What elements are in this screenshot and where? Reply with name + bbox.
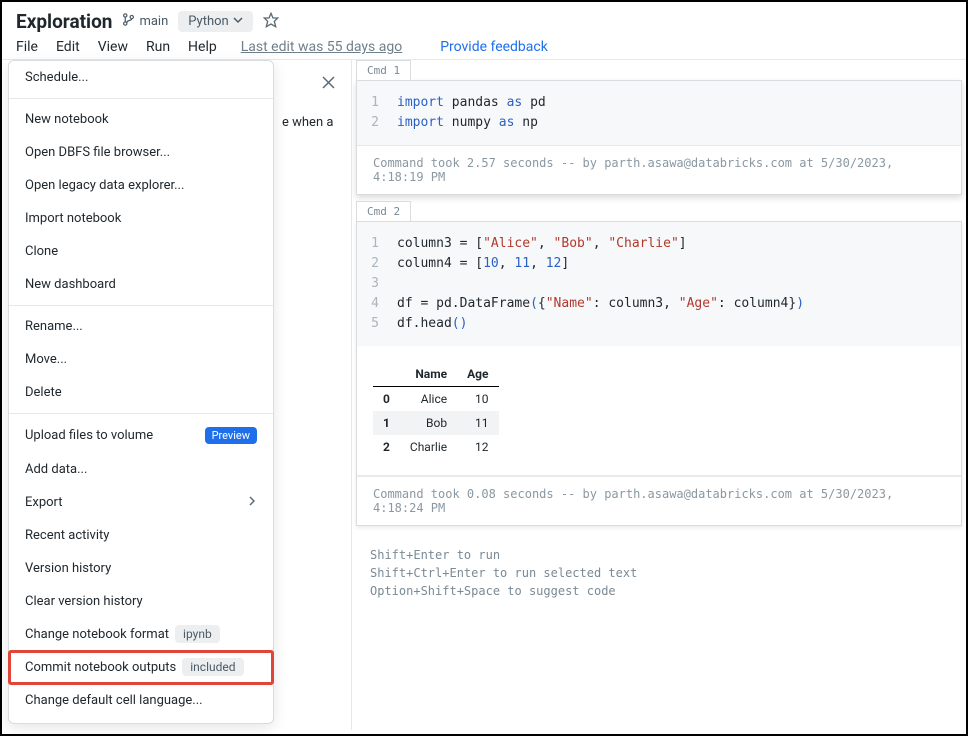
cmd-label-2: Cmd 2 bbox=[356, 201, 411, 221]
file-dropdown-menu: Schedule... New notebook Open DBFS file … bbox=[8, 60, 274, 724]
menu-upload-volume[interactable]: Upload files to volume Preview bbox=[9, 418, 273, 453]
menu-add-data[interactable]: Add data... bbox=[9, 453, 273, 486]
menu-new-notebook[interactable]: New notebook bbox=[9, 103, 273, 136]
cmd2-footer: Command took 0.08 seconds -- by parth.as… bbox=[357, 476, 961, 525]
branch-name: main bbox=[139, 14, 168, 29]
branch-indicator[interactable]: main bbox=[122, 13, 168, 30]
notebook-title[interactable]: Exploration bbox=[16, 10, 112, 33]
feedback-link[interactable]: Provide feedback bbox=[440, 39, 548, 55]
cmd-label-1: Cmd 1 bbox=[356, 60, 411, 80]
menu-clear-version[interactable]: Clear version history bbox=[9, 585, 273, 618]
format-badge: ipynb bbox=[175, 625, 220, 643]
menu-schedule[interactable]: Schedule... bbox=[9, 61, 273, 94]
keyboard-hints: Shift+Enter to run Shift+Ctrl+Enter to r… bbox=[352, 532, 966, 614]
menu-clone[interactable]: Clone bbox=[9, 235, 273, 268]
output-table: NameAge 0Alice101Bob112Charlie12 bbox=[373, 362, 499, 459]
code-cell-2[interactable]: 1column3 = ["Alice", "Bob", "Charlie"]2c… bbox=[356, 221, 962, 526]
branch-icon bbox=[122, 13, 135, 30]
code-cell-1[interactable]: 1import pandas as pd2import numpy as np … bbox=[356, 80, 962, 195]
cmd1-footer: Command took 2.57 seconds -- by parth.as… bbox=[357, 145, 961, 194]
menu-version-history[interactable]: Version history bbox=[9, 552, 273, 585]
menu-help[interactable]: Help bbox=[188, 39, 217, 55]
menu-edit[interactable]: Edit bbox=[56, 39, 80, 55]
panel-text-fragment: e when a bbox=[282, 115, 333, 130]
menu-delete[interactable]: Delete bbox=[9, 376, 273, 409]
menu-change-format[interactable]: Change notebook formatipynb bbox=[9, 618, 273, 651]
menu-new-dashboard[interactable]: New dashboard bbox=[9, 268, 273, 301]
menu-view[interactable]: View bbox=[98, 39, 128, 55]
menu-recent-activity[interactable]: Recent activity bbox=[9, 519, 273, 552]
language-selector[interactable]: Python bbox=[178, 11, 252, 32]
menu-change-lang[interactable]: Change default cell language... bbox=[9, 684, 273, 717]
star-icon[interactable] bbox=[263, 12, 279, 32]
close-icon[interactable] bbox=[322, 76, 335, 93]
hint-line: Option+Shift+Space to suggest code bbox=[370, 582, 948, 600]
chevron-down-icon bbox=[233, 14, 243, 29]
menu-open-legacy[interactable]: Open legacy data explorer... bbox=[9, 169, 273, 202]
menu-import-notebook[interactable]: Import notebook bbox=[9, 202, 273, 235]
menu-divider bbox=[9, 98, 273, 99]
chevron-right-icon bbox=[247, 495, 257, 510]
language-label: Python bbox=[188, 14, 228, 29]
menu-commit-outputs[interactable]: Commit notebook outputsincluded bbox=[9, 651, 273, 684]
menu-file[interactable]: File bbox=[16, 39, 38, 55]
commit-badge: included bbox=[182, 658, 243, 676]
menu-open-dbfs[interactable]: Open DBFS file browser... bbox=[9, 136, 273, 169]
menu-run[interactable]: Run bbox=[146, 39, 170, 55]
hint-line: Shift+Enter to run bbox=[370, 546, 948, 564]
menu-divider bbox=[9, 305, 273, 306]
menu-export[interactable]: Export bbox=[9, 486, 273, 519]
menu-divider bbox=[9, 413, 273, 414]
last-edit-link[interactable]: Last edit was 55 days ago bbox=[241, 39, 402, 55]
preview-badge: Preview bbox=[205, 427, 257, 444]
menu-move[interactable]: Move... bbox=[9, 343, 273, 376]
menu-rename[interactable]: Rename... bbox=[9, 310, 273, 343]
hint-line: Shift+Ctrl+Enter to run selected text bbox=[370, 564, 948, 582]
